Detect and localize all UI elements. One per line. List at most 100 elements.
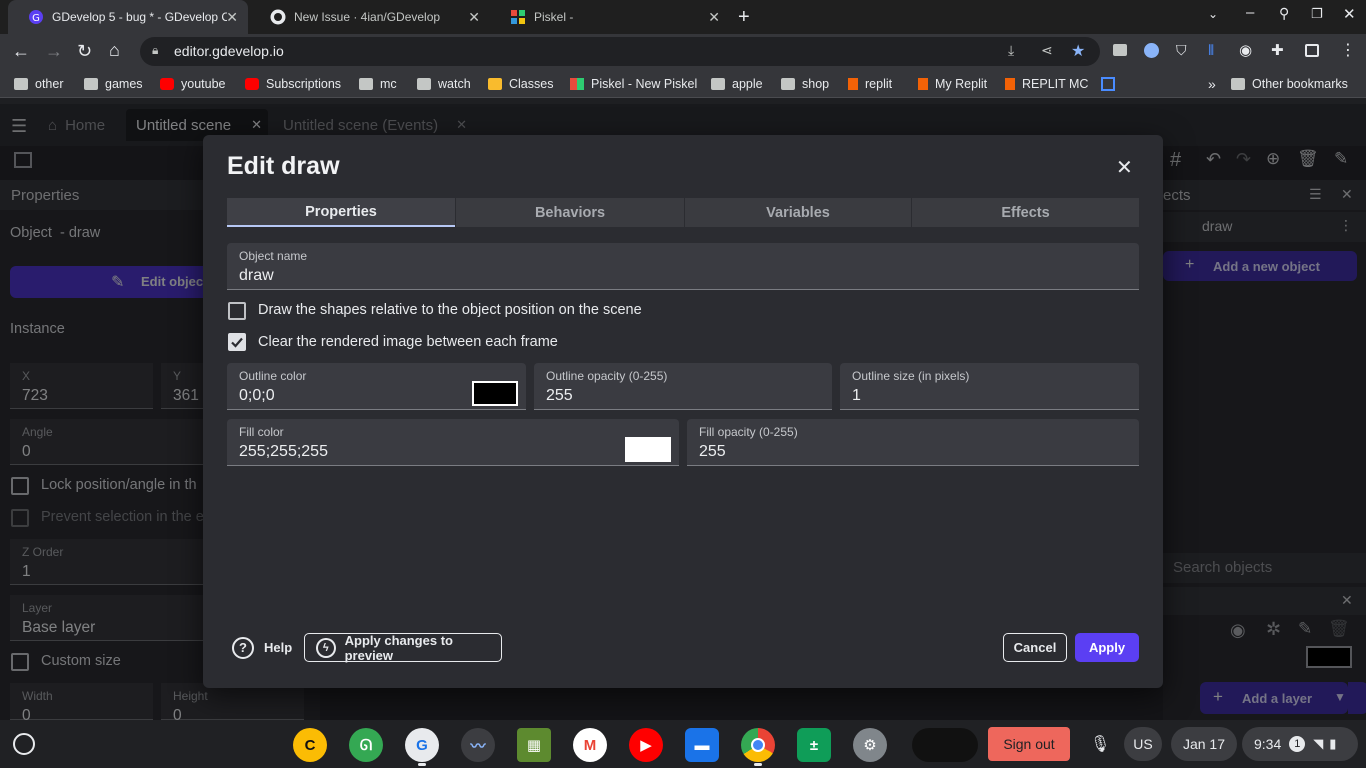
menu-icon[interactable]: ⋮	[1340, 40, 1356, 60]
youtube-app-icon[interactable]: ▶	[629, 728, 663, 762]
extension-icon[interactable]	[1144, 43, 1159, 58]
object-name-field[interactable]: Object name draw	[227, 243, 1139, 290]
clear-image-label: Clear the rendered image between each fr…	[258, 334, 558, 350]
bookmark-other[interactable]: other	[14, 70, 64, 98]
close-icon[interactable]: ✕	[708, 9, 720, 26]
app-c-icon[interactable]: C	[293, 728, 327, 762]
back-icon[interactable]: ←	[12, 41, 30, 62]
calculator-icon[interactable]: ±	[797, 728, 831, 762]
pin-icon[interactable]: ⚲	[1279, 5, 1289, 22]
url-text[interactable]: editor.gdevelop.io	[174, 43, 284, 59]
minimize-icon[interactable]: –	[1246, 4, 1254, 21]
bookmark-label: other	[35, 77, 64, 91]
outline-color-field[interactable]: Outline color 0;0;0	[227, 363, 526, 410]
tab-variables[interactable]: Variables	[685, 198, 911, 227]
home-icon[interactable]: ⌂	[109, 40, 120, 61]
gdevelop-app-icon[interactable]: G	[405, 728, 439, 762]
extension-icon[interactable]	[1113, 44, 1127, 56]
relative-position-checkbox[interactable]	[228, 302, 246, 320]
address-bar[interactable]	[140, 37, 1100, 66]
chevron-down-icon[interactable]: ⌄	[1208, 7, 1218, 21]
bookmark-my-replit[interactable]: My Replit	[918, 70, 987, 98]
bookmark-shop[interactable]: shop	[781, 70, 829, 98]
eye-icon[interactable]: ◉	[1239, 41, 1252, 59]
sidepanel-icon[interactable]	[1305, 44, 1319, 57]
tab-effects[interactable]: Effects	[912, 198, 1139, 227]
cancel-button[interactable]: Cancel	[1003, 633, 1067, 662]
close-icon[interactable]: ✕	[1116, 155, 1133, 180]
puzzle-icon[interactable]: ✚	[1271, 41, 1284, 59]
bookmark-replit-mc[interactable]: REPLIT MC	[1005, 70, 1088, 98]
apply-button[interactable]: Apply	[1075, 633, 1139, 662]
input-method-indicator[interactable]: US	[1124, 727, 1162, 761]
hearing-app-icon[interactable]: ᘏ	[349, 728, 383, 762]
star-icon[interactable]: ★	[1071, 41, 1085, 61]
reload-icon[interactable]: ↻	[77, 41, 92, 62]
share-icon[interactable]: ⋖	[1041, 42, 1053, 59]
lightning-icon: ϟ	[316, 637, 336, 658]
shield-icon[interactable]: ⛉	[1176, 42, 1187, 59]
field-label: Fill color	[239, 425, 284, 439]
tab-properties[interactable]: Properties	[227, 198, 455, 227]
battery-icon: ▮	[1329, 736, 1337, 751]
stocks-app-icon[interactable]: 〰	[461, 728, 495, 762]
field-value: draw	[239, 267, 274, 284]
bookmark-mc[interactable]: mc	[359, 70, 397, 98]
close-icon[interactable]: ✕	[226, 9, 238, 26]
dialog-title: Edit draw	[227, 152, 340, 180]
microphone-icon[interactable]: 🎙︎	[1090, 734, 1110, 754]
forward-icon[interactable]: →	[45, 41, 63, 62]
browser-tab-gdevelop[interactable]: G GDevelop 5 - bug * - GDevelop Cl ✕	[8, 0, 248, 34]
files-icon[interactable]: ▬	[685, 728, 719, 762]
bookmark-apple[interactable]: apple	[711, 70, 763, 98]
clear-image-checkbox[interactable]	[228, 333, 246, 351]
outline-color-swatch[interactable]	[472, 381, 518, 406]
bookmark-classes[interactable]: Classes	[488, 70, 553, 98]
sign-out-button[interactable]: Sign out	[988, 727, 1070, 761]
fill-color-swatch[interactable]	[625, 437, 671, 462]
outline-size-field[interactable]: Outline size (in pixels) 1	[840, 363, 1139, 410]
bookmark-dice[interactable]	[1101, 70, 1122, 98]
outline-opacity-field[interactable]: Outline opacity (0-255) 255	[534, 363, 832, 410]
bookmark-label: youtube	[181, 77, 226, 91]
other-bookmarks[interactable]: Other bookmarks	[1231, 70, 1348, 98]
date-indicator[interactable]: Jan 17	[1171, 727, 1237, 761]
help-icon: ?	[232, 636, 254, 659]
gmail-icon[interactable]: M	[573, 728, 607, 762]
minecraft-icon[interactable]: ▦	[517, 728, 551, 762]
window-close-icon[interactable]: ✕	[1343, 5, 1356, 23]
bookmark-piskel[interactable]: Piskel - New Piskel	[570, 70, 697, 98]
fill-opacity-field[interactable]: Fill opacity (0-255) 255	[687, 419, 1139, 466]
settings-icon[interactable]: ⚙	[853, 728, 887, 762]
piskel-icon	[510, 9, 526, 25]
fill-color-field[interactable]: Fill color 255;255;255	[227, 419, 679, 466]
bookmark-subscriptions[interactable]: Subscriptions	[245, 70, 341, 98]
bookmark-watch[interactable]: watch	[417, 70, 471, 98]
install-icon[interactable]: ⤓	[1008, 42, 1014, 59]
extension-icon[interactable]: ⦀	[1208, 42, 1214, 59]
help-button[interactable]: ? Help	[232, 633, 292, 662]
bookmark-replit[interactable]: replit	[848, 70, 892, 98]
chrome-icon[interactable]	[741, 728, 775, 762]
system-tray[interactable]: 9:34 1 ◥ ▮	[1242, 727, 1358, 761]
lock-icon[interactable]: 🔒︎	[152, 43, 158, 58]
dice-icon	[1101, 77, 1115, 91]
bookmark-label: watch	[438, 77, 471, 91]
browser-tab-piskel[interactable]: Piskel - ✕	[490, 0, 730, 34]
restore-icon[interactable]: ❐	[1311, 6, 1323, 22]
browser-tab-github[interactable]: New Issue · 4ian/GDevelop ✕	[250, 0, 490, 34]
field-value: 255;255;255	[239, 443, 328, 460]
bookmark-youtube[interactable]: youtube	[160, 70, 225, 98]
apply-changes-to-preview-button[interactable]: ϟ Apply changes to preview	[304, 633, 502, 663]
bookmark-games[interactable]: games	[84, 70, 143, 98]
bookmark-label: replit	[865, 77, 893, 91]
tab-behaviors[interactable]: Behaviors	[456, 198, 684, 227]
close-icon[interactable]: ✕	[468, 9, 480, 26]
new-tab-button[interactable]: +	[738, 6, 750, 29]
field-value: 255	[546, 387, 573, 404]
youtube-icon	[160, 78, 174, 90]
launcher-icon[interactable]	[13, 733, 35, 755]
screen-capture-thumbnail[interactable]	[912, 728, 978, 762]
more-bookmarks-button[interactable]: »	[1208, 70, 1216, 98]
bookmark-label: My Replit	[935, 77, 988, 91]
